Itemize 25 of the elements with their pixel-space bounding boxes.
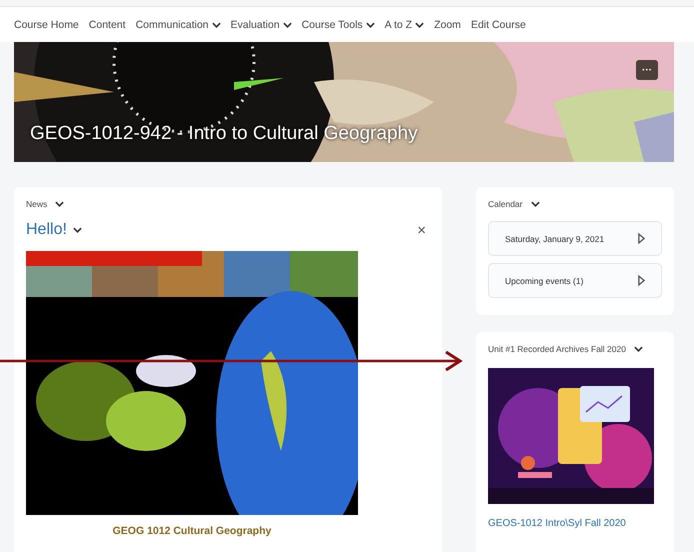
file-link[interactable]: GEOS-1012 Intro\Syl Fall 2020 — [488, 518, 662, 529]
calendar-entry[interactable]: Upcoming events (1) — [488, 263, 662, 298]
play-icon — [638, 233, 645, 244]
nav-link[interactable]: Course Home — [14, 18, 79, 30]
widget-title: Unit #1 Recorded Archives Fall 2020 — [488, 344, 626, 354]
chevron-icon[interactable] — [72, 227, 82, 233]
widget-title: News — [26, 199, 48, 209]
nav-link[interactable]: Communication — [136, 18, 221, 30]
nav-link[interactable]: Edit Course — [470, 18, 526, 30]
nav-link[interactable]: Zoom — [434, 18, 461, 30]
chevron-icon[interactable] — [530, 201, 540, 207]
nav-link[interactable]: Content — [88, 18, 126, 30]
course-title: GEOS-1012-942 - Intro to Cultural Geography — [30, 123, 418, 145]
chevron-icon[interactable] — [634, 346, 643, 352]
calendar-entry[interactable]: Saturday, January 9, 2021 — [488, 221, 662, 256]
play-icon — [638, 275, 645, 286]
chevron-icon[interactable] — [55, 201, 64, 207]
nav-link[interactable]: A to Z — [384, 18, 424, 30]
widget-title: Calendar — [488, 199, 522, 209]
news-item-title[interactable]: Hello! — [26, 221, 67, 239]
nav-link[interactable]: Course Tools — [302, 18, 375, 30]
more-options-button[interactable]: ··· — [636, 60, 658, 80]
image-caption: GEOG 1012 Cultural Geography — [112, 525, 272, 537]
close-button[interactable]: × — [413, 222, 430, 238]
nav-link[interactable]: Evaluation — [230, 18, 292, 30]
